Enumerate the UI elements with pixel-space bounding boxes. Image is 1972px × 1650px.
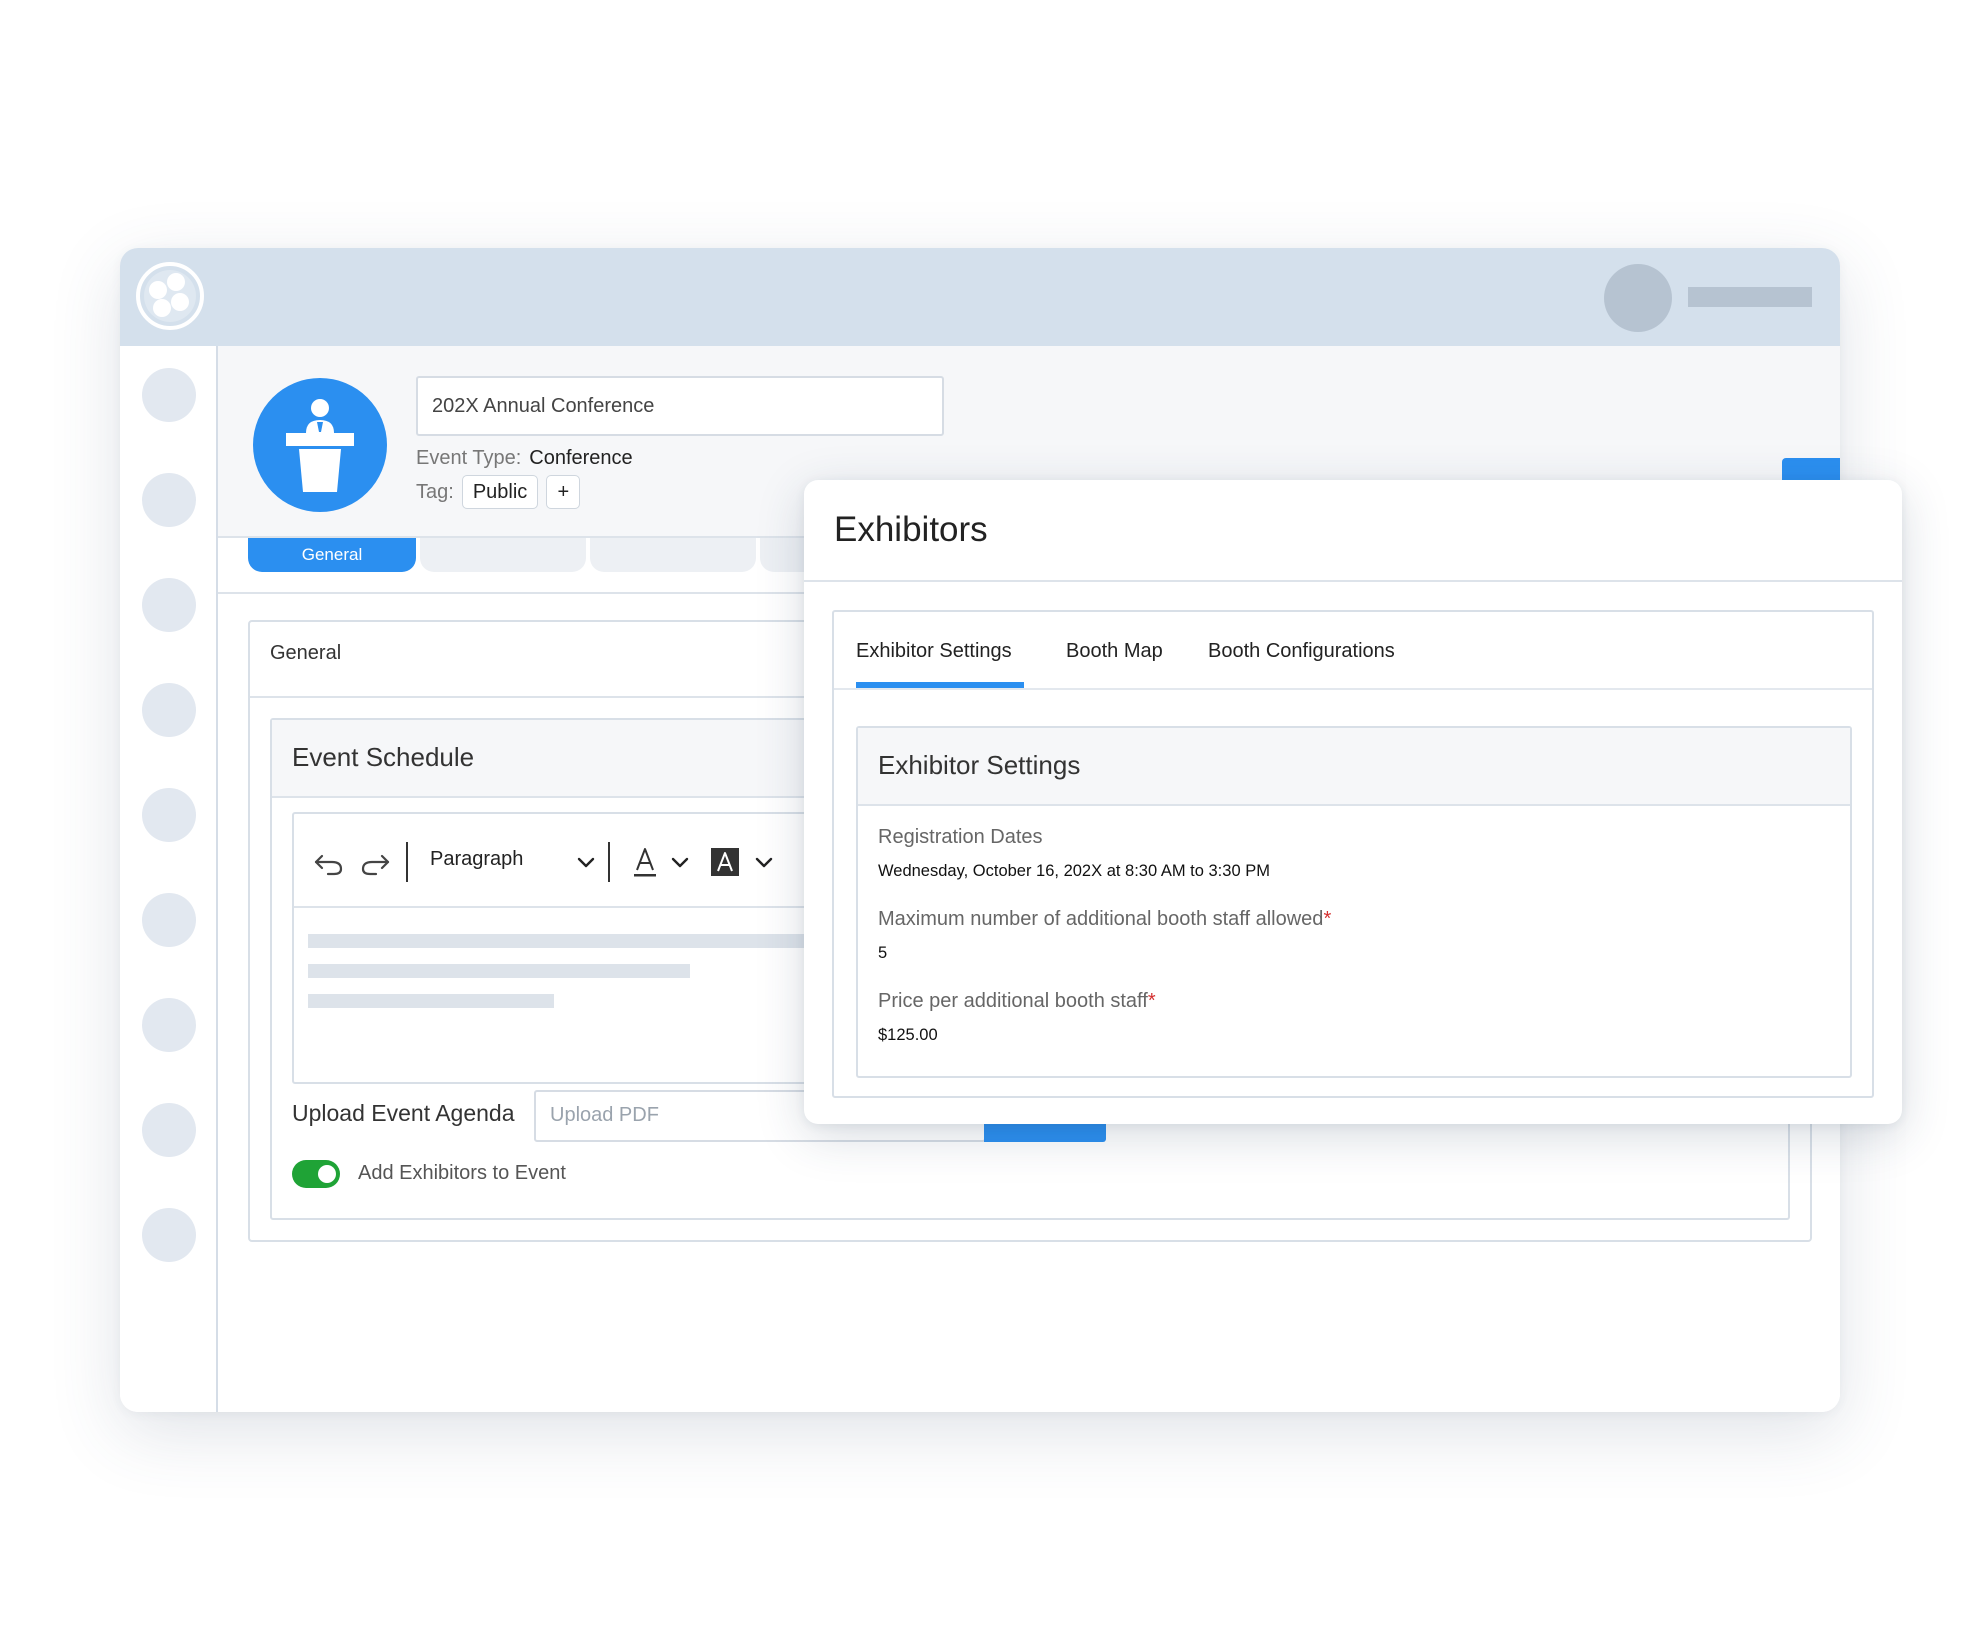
event-type-row: Event Type: Conference bbox=[416, 443, 633, 473]
max-staff-value: 5 bbox=[878, 944, 888, 962]
toolbar-separator bbox=[406, 842, 408, 882]
required-mark: * bbox=[1147, 990, 1156, 1012]
undo-icon[interactable] bbox=[312, 842, 346, 882]
tab-general[interactable]: General bbox=[248, 538, 416, 572]
tag-row: Tag: Public + bbox=[416, 473, 581, 511]
sidebar-item-6[interactable] bbox=[142, 893, 196, 947]
sidebar-item-2[interactable] bbox=[142, 473, 196, 527]
tab-3[interactable] bbox=[590, 538, 756, 572]
tag-label: Tag: bbox=[416, 480, 454, 503]
price-value: $125.00 bbox=[878, 1026, 938, 1044]
sidebar-item-4[interactable] bbox=[142, 683, 196, 737]
add-exhibitors-toggle[interactable] bbox=[292, 1160, 340, 1188]
text-placeholder-line bbox=[308, 994, 554, 1008]
event-type-label: Event Type: bbox=[416, 446, 522, 469]
font-color-icon[interactable] bbox=[630, 842, 660, 882]
user-avatar[interactable] bbox=[1604, 264, 1672, 332]
podium-icon bbox=[253, 378, 387, 512]
user-name-placeholder bbox=[1688, 287, 1812, 307]
text-placeholder-line bbox=[308, 964, 690, 978]
modal-title: Exhibitors bbox=[834, 510, 988, 549]
tab-booth-configurations[interactable]: Booth Configurations bbox=[1208, 640, 1395, 663]
max-staff-label: Maximum number of additional booth staff… bbox=[878, 908, 1331, 931]
highlight-color-icon[interactable] bbox=[708, 842, 742, 882]
sidebar-item-5[interactable] bbox=[142, 788, 196, 842]
max-staff-label-text: Maximum number of additional booth staff… bbox=[878, 908, 1324, 930]
price-label: Price per additional booth staff* bbox=[878, 990, 1156, 1013]
divider bbox=[804, 580, 1902, 582]
exhibitors-modal: Exhibitors Exhibitor Settings Booth Map … bbox=[804, 480, 1902, 1124]
registration-dates-label: Registration Dates bbox=[878, 826, 1043, 848]
sidebar-item-1[interactable] bbox=[142, 368, 196, 422]
sidebar-item-3[interactable] bbox=[142, 578, 196, 632]
chevron-down-icon[interactable] bbox=[752, 842, 776, 882]
tab-booth-map[interactable]: Booth Map bbox=[1066, 640, 1163, 663]
sidebar-item-9[interactable] bbox=[142, 1208, 196, 1262]
logo-icon[interactable] bbox=[136, 262, 204, 330]
add-tag-button[interactable]: + bbox=[546, 475, 581, 509]
paragraph-style-select[interactable]: Paragraph bbox=[430, 848, 523, 871]
exhibitor-settings-card: Exhibitor Settings Registration Dates We… bbox=[856, 726, 1852, 1078]
exhibitor-settings-title: Exhibitor Settings bbox=[858, 728, 1850, 806]
sidebar bbox=[120, 346, 218, 1412]
divider bbox=[834, 688, 1872, 690]
registration-dates-value: Wednesday, October 16, 202X at 8:30 AM t… bbox=[878, 862, 1270, 880]
price-label-text: Price per additional booth staff bbox=[878, 990, 1148, 1012]
top-bar bbox=[120, 248, 1840, 346]
toolbar-separator bbox=[608, 842, 610, 882]
general-title: General bbox=[270, 642, 342, 664]
redo-icon[interactable] bbox=[358, 842, 392, 882]
chevron-down-icon[interactable] bbox=[668, 842, 692, 882]
tag-chip-public[interactable]: Public bbox=[461, 475, 539, 509]
event-name-input[interactable] bbox=[416, 376, 944, 436]
tab-2[interactable] bbox=[420, 538, 586, 572]
add-exhibitors-label: Add Exhibitors to Event bbox=[358, 1162, 566, 1184]
chevron-down-icon[interactable] bbox=[574, 842, 598, 882]
exhibitor-panel: Exhibitor Settings Booth Map Booth Confi… bbox=[832, 610, 1874, 1098]
sidebar-item-8[interactable] bbox=[142, 1103, 196, 1157]
sidebar-item-7[interactable] bbox=[142, 998, 196, 1052]
active-tab-indicator bbox=[856, 682, 1024, 688]
required-mark: * bbox=[1323, 908, 1332, 930]
toggle-knob bbox=[318, 1165, 336, 1183]
tab-exhibitor-settings[interactable]: Exhibitor Settings bbox=[856, 640, 1012, 663]
upload-agenda-label: Upload Event Agenda bbox=[292, 1100, 515, 1126]
event-type-value: Conference bbox=[529, 446, 633, 469]
